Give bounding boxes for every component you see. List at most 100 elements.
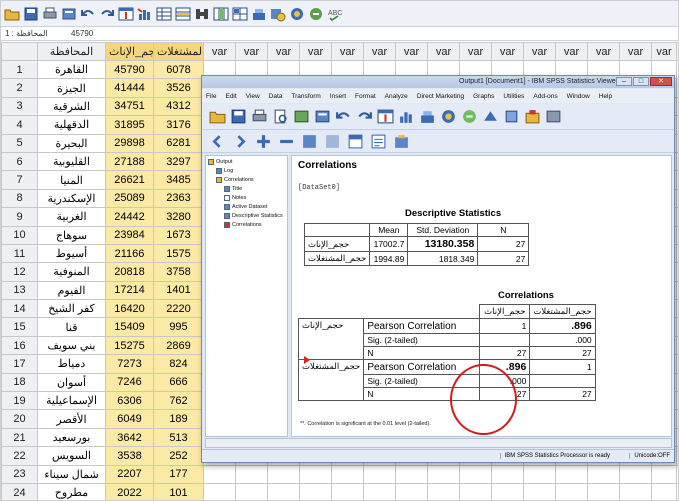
goto-data-icon[interactable] <box>376 108 394 126</box>
menu-graphs[interactable]: Graphs <box>473 93 494 100</box>
data-cell[interactable]: بني سويف <box>37 335 106 356</box>
data-cell[interactable]: 824 <box>153 354 204 374</box>
data-cell[interactable]: شمال سيناء <box>37 464 106 484</box>
data-cell[interactable]: مطروح <box>37 482 106 500</box>
empty-cell[interactable] <box>587 482 620 500</box>
arrow-left-icon[interactable] <box>208 133 226 151</box>
data-cell[interactable]: 15409 <box>105 317 154 337</box>
outline-item-notes[interactable]: Notes <box>208 194 285 203</box>
outline-item-active-dataset[interactable]: Active Dataset <box>208 203 285 212</box>
data-cell[interactable]: 101 <box>153 482 204 500</box>
row-number[interactable]: 10 <box>1 225 38 245</box>
empty-var-column-header[interactable]: var <box>331 42 364 61</box>
print-icon[interactable] <box>41 5 58 22</box>
empty-cell[interactable] <box>427 464 460 484</box>
data-cell[interactable]: 252 <box>153 446 204 466</box>
value-labels-icon[interactable] <box>288 5 305 22</box>
empty-cell[interactable] <box>523 464 556 484</box>
empty-cell[interactable] <box>619 482 652 500</box>
data-cell[interactable]: كفر الشيخ <box>37 299 106 319</box>
data-cell[interactable]: 666 <box>153 372 204 393</box>
insert-text-icon[interactable] <box>392 133 410 151</box>
data-cell[interactable]: البحيرة <box>37 133 106 153</box>
data-cell[interactable]: 23984 <box>105 225 154 245</box>
data-cell[interactable]: السويس <box>37 446 106 466</box>
row-number[interactable]: 11 <box>1 243 38 264</box>
menu-transform[interactable]: Transform <box>291 93 320 100</box>
show-all-icon[interactable] <box>481 108 499 126</box>
empty-cell[interactable] <box>587 464 620 484</box>
row-number[interactable]: 19 <box>1 391 38 411</box>
data-cell[interactable]: سوهاج <box>37 225 106 245</box>
data-cell[interactable]: 762 <box>153 391 204 411</box>
row-number[interactable]: 17 <box>1 354 38 374</box>
empty-var-column-header[interactable]: var <box>459 42 492 61</box>
undo-icon[interactable] <box>79 5 96 22</box>
empty-cell[interactable] <box>235 464 268 484</box>
empty-cell[interactable] <box>619 464 652 484</box>
data-cell[interactable]: 6306 <box>105 391 154 411</box>
empty-var-column-header[interactable]: var <box>651 42 677 61</box>
menu-direct-marketing[interactable]: Direct Marketing <box>417 93 464 100</box>
data-cell[interactable]: الدقهلية <box>37 115 106 135</box>
use-sets-icon[interactable] <box>460 108 478 126</box>
grid-corner[interactable] <box>1 42 38 61</box>
insert-title-icon[interactable] <box>369 133 387 151</box>
dialog-recall-icon[interactable] <box>60 5 77 22</box>
weight-cases-icon[interactable] <box>250 5 267 22</box>
empty-var-column-header[interactable]: var <box>235 42 268 61</box>
data-cell[interactable]: 3485 <box>153 170 204 190</box>
menu-utilities[interactable]: Utilities <box>503 93 524 100</box>
empty-cell[interactable] <box>299 464 332 484</box>
data-cell[interactable]: الغربية <box>37 207 106 227</box>
data-cell[interactable]: 3280 <box>153 207 204 227</box>
menu-format[interactable]: Format <box>355 93 376 100</box>
data-cell[interactable]: أسيوط <box>37 243 106 264</box>
data-cell[interactable]: 15275 <box>105 335 154 356</box>
row-number[interactable]: 15 <box>1 317 38 337</box>
outline-item-correlations-table[interactable]: Correlations <box>208 221 285 230</box>
data-cell[interactable]: 2363 <box>153 188 204 209</box>
goto-case-icon[interactable] <box>117 5 134 22</box>
goto-variable-icon[interactable] <box>136 5 153 22</box>
data-cell[interactable]: 4312 <box>153 96 204 117</box>
outline-item-title[interactable]: Title <box>208 185 285 194</box>
data-cell[interactable]: الجيزة <box>37 78 106 98</box>
data-cell[interactable]: 17214 <box>105 280 154 301</box>
open-file-icon[interactable] <box>208 108 226 126</box>
menu-analyze[interactable]: Analyze <box>385 93 408 100</box>
data-cell[interactable]: 2869 <box>153 335 204 356</box>
empty-var-column-header[interactable]: var <box>203 42 236 61</box>
data-cell[interactable]: 27188 <box>105 151 154 172</box>
data-cell[interactable]: المنيا <box>37 170 106 190</box>
empty-var-column-header[interactable]: var <box>299 42 332 61</box>
empty-cell[interactable] <box>395 464 428 484</box>
outline-item-correlations[interactable]: Correlations <box>208 176 285 185</box>
column-header[interactable]: حجم_الإناث <box>105 42 154 61</box>
data-cell[interactable]: 41444 <box>105 78 154 98</box>
dialog-recall-icon[interactable] <box>313 108 331 126</box>
row-number[interactable]: 14 <box>1 299 38 319</box>
empty-var-column-header[interactable]: var <box>363 42 396 61</box>
redo-icon[interactable] <box>355 108 373 126</box>
row-number[interactable]: 18 <box>1 372 38 393</box>
data-cell[interactable]: الإسكندرية <box>37 188 106 209</box>
print-preview-icon[interactable] <box>271 108 289 126</box>
empty-var-column-header[interactable]: var <box>555 42 588 61</box>
empty-cell[interactable] <box>235 482 268 500</box>
data-cell[interactable]: 6049 <box>105 409 154 429</box>
promote-icon[interactable] <box>523 108 541 126</box>
column-header[interactable]: حجم_المشتغلات <box>153 42 204 61</box>
data-cell[interactable]: 29898 <box>105 133 154 153</box>
data-cell[interactable]: 1575 <box>153 243 204 264</box>
empty-cell[interactable] <box>267 482 300 500</box>
data-cell[interactable]: 1401 <box>153 280 204 301</box>
show-icon[interactable] <box>300 133 318 151</box>
insert-heading-icon[interactable] <box>346 133 364 151</box>
empty-cell[interactable] <box>491 464 524 484</box>
empty-cell[interactable] <box>203 482 236 500</box>
menu-edit[interactable]: Edit <box>225 93 236 100</box>
data-cell[interactable]: القاهرة <box>37 59 106 80</box>
empty-cell[interactable] <box>427 482 460 500</box>
cell-value-field[interactable]: 45790 <box>61 29 93 38</box>
